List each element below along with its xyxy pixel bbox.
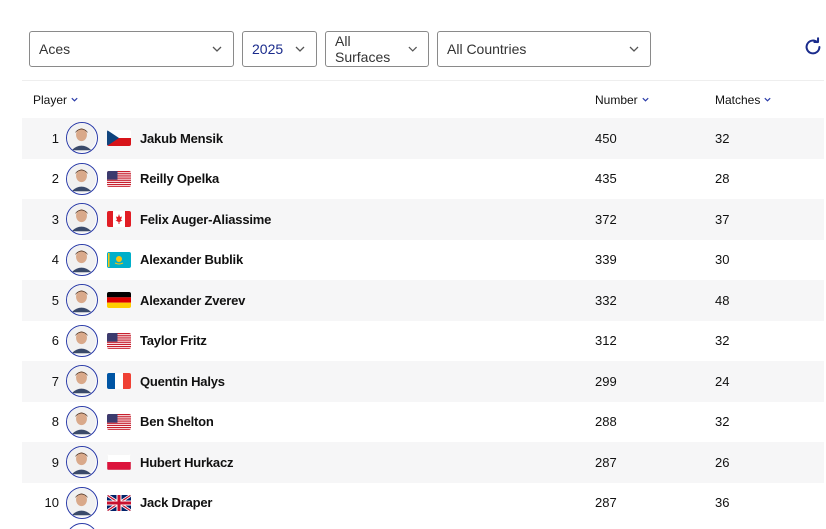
- rank: 2: [51, 171, 59, 187]
- table-row[interactable]: 1 Jakub Mensik 450 32: [22, 118, 824, 159]
- matches-header-label: Matches: [715, 92, 761, 107]
- player-name[interactable]: Jack Draper: [140, 495, 212, 510]
- player-avatar: [66, 284, 98, 317]
- chevron-down-icon: [212, 46, 222, 52]
- matches-count: 24: [715, 373, 730, 389]
- table-row[interactable]: 4 Alexander Bublik 339 30: [22, 240, 824, 281]
- stat-select-value: Aces: [39, 41, 71, 57]
- table-row[interactable]: 8 Ben Shelton 288 32: [22, 402, 824, 443]
- rank: 5: [51, 292, 59, 308]
- refresh-icon[interactable]: [802, 36, 824, 58]
- player-name[interactable]: Hubert Hurkacz: [140, 455, 233, 470]
- rank: 8: [51, 414, 59, 430]
- surface-select[interactable]: All Surfaces: [325, 31, 429, 67]
- rank: 4: [51, 252, 59, 268]
- matches-count: 30: [715, 252, 730, 268]
- table-row[interactable]: 9 Hubert Hurkacz 287 26: [22, 442, 824, 483]
- aces-number: 287: [595, 495, 617, 511]
- sort-matches-header[interactable]: Matches: [715, 93, 772, 107]
- rank: 7: [51, 373, 59, 389]
- matches-count: 32: [715, 414, 730, 430]
- chevron-down-icon: [764, 97, 771, 102]
- usa-flag-icon: [107, 170, 131, 187]
- player-avatar: [66, 122, 98, 155]
- player-avatar: [66, 324, 98, 357]
- usa-flag-icon: [107, 332, 131, 349]
- matches-count: 26: [715, 454, 730, 470]
- player-avatar: [66, 162, 98, 195]
- table-header: Player Number Matches: [22, 80, 824, 118]
- chevron-down-icon: [642, 97, 649, 102]
- player-name[interactable]: Ben Shelton: [140, 414, 214, 429]
- year-select[interactable]: 2025: [242, 31, 317, 67]
- country-select[interactable]: All Countries: [437, 31, 651, 67]
- filter-bar: Aces 2025 All Surfaces All Countries: [29, 31, 651, 67]
- number-header-label: Number: [595, 92, 638, 107]
- aces-number: 288: [595, 414, 617, 430]
- rank: 3: [51, 211, 59, 227]
- table-row[interactable]: 5 Alexander Zverev 332 48: [22, 280, 824, 321]
- kazakhstan-flag-icon: [107, 251, 131, 268]
- country-select-value: All Countries: [447, 41, 527, 57]
- germany-flag-icon: [107, 292, 131, 309]
- table-row[interactable]: 7 Quentin Halys 299 24: [22, 361, 824, 402]
- usa-flag-icon: [107, 413, 131, 430]
- aces-number: 435: [595, 171, 617, 187]
- player-name[interactable]: Taylor Fritz: [140, 333, 207, 348]
- chevron-down-icon: [629, 46, 639, 52]
- year-select-value: 2025: [252, 41, 284, 57]
- player-avatar: [66, 365, 98, 398]
- player-avatar: [66, 405, 98, 438]
- player-name[interactable]: Felix Auger-Aliassime: [140, 212, 271, 227]
- matches-count: 32: [715, 130, 730, 146]
- rank: 1: [51, 130, 59, 146]
- czech-republic-flag-icon: [107, 130, 131, 147]
- stats-table: Player Number Matches 1 Jakub Mensik 450 32…: [22, 80, 824, 523]
- france-flag-icon: [107, 373, 131, 390]
- matches-count: 28: [715, 171, 730, 187]
- table-row[interactable]: 10 Jack Draper 287 36: [22, 483, 824, 524]
- table-body: 1 Jakub Mensik 450 32 2 Reilly Opelka 435 28 3 Fe…: [22, 118, 824, 523]
- stat-select[interactable]: Aces: [29, 31, 234, 67]
- matches-count: 32: [715, 333, 730, 349]
- matches-count: 37: [715, 211, 730, 227]
- player-avatar: [66, 446, 98, 479]
- player-avatar: [66, 203, 98, 236]
- chevron-down-icon: [295, 46, 305, 52]
- player-header-label: Player: [33, 92, 68, 107]
- sort-number-header[interactable]: Number: [595, 93, 650, 107]
- aces-number: 299: [595, 373, 617, 389]
- poland-flag-icon: [107, 454, 131, 471]
- aces-number: 372: [595, 211, 617, 227]
- canada-flag-icon: [107, 211, 131, 228]
- player-name[interactable]: Alexander Bublik: [140, 252, 243, 267]
- surface-select-value: All Surfaces: [335, 33, 391, 65]
- united-kingdom-flag-icon: [107, 494, 131, 511]
- table-row[interactable]: 6 Taylor Fritz 312 32: [22, 321, 824, 362]
- chevron-down-icon: [407, 46, 417, 52]
- player-name[interactable]: Jakub Mensik: [140, 131, 223, 146]
- table-row[interactable]: 3 Felix Auger-Aliassime 372 37: [22, 199, 824, 240]
- aces-number: 332: [595, 292, 617, 308]
- player-avatar: [66, 486, 98, 519]
- aces-number: 450: [595, 130, 617, 146]
- chevron-down-icon: [71, 97, 78, 102]
- rank: 10: [44, 495, 59, 511]
- aces-number: 312: [595, 333, 617, 349]
- avatar: [66, 523, 98, 529]
- player-avatar: [66, 243, 98, 276]
- rank: 6: [51, 333, 59, 349]
- matches-count: 48: [715, 292, 730, 308]
- player-name[interactable]: Alexander Zverev: [140, 293, 245, 308]
- player-name[interactable]: Reilly Opelka: [140, 171, 219, 186]
- matches-count: 36: [715, 495, 730, 511]
- aces-number: 339: [595, 252, 617, 268]
- rank: 9: [51, 454, 59, 470]
- player-name[interactable]: Quentin Halys: [140, 374, 225, 389]
- sort-player-header[interactable]: Player: [33, 93, 79, 107]
- table-row[interactable]: 2 Reilly Opelka 435 28: [22, 159, 824, 200]
- aces-number: 287: [595, 454, 617, 470]
